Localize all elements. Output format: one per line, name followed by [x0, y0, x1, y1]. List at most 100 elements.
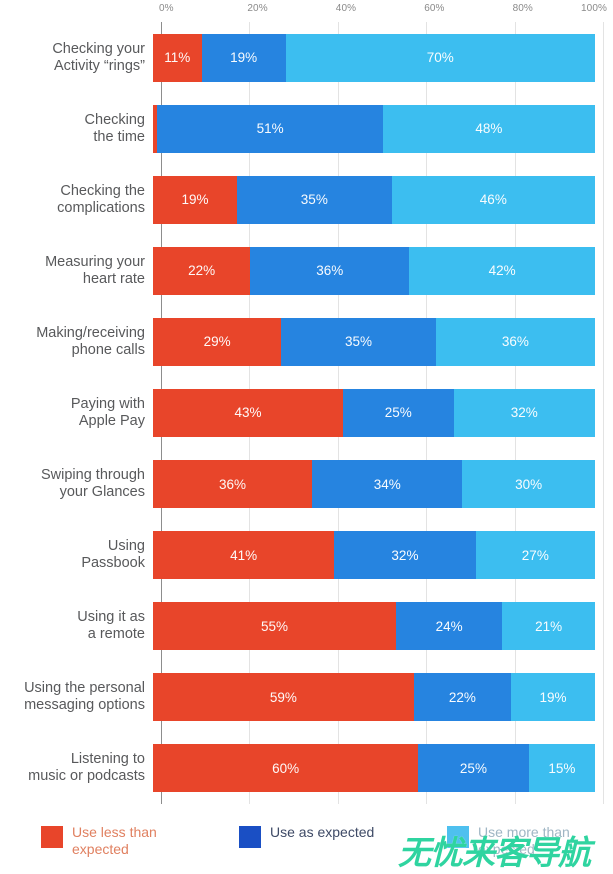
bar-segment-label: 48% [475, 121, 503, 137]
legend-label: Use as expected [270, 824, 375, 840]
stacked-bar: 41% 32% 27% [153, 531, 595, 580]
chart-row: Making/receiving phone calls 29% 35% 36% [0, 306, 613, 377]
chart-row: Checking the time 51% 48% [0, 93, 613, 164]
chart-row: Using it as a remote 55% 24% 21% [0, 591, 613, 662]
bar-segment-label: 42% [488, 263, 516, 279]
bar-segment: 19% [511, 673, 595, 722]
bar-segment: 48% [382, 104, 595, 153]
bar-segment-label: 32% [510, 405, 538, 421]
bar-segment-label: 35% [300, 192, 328, 208]
x-axis-tick-label: 20% [247, 3, 268, 14]
bar-segment: 30% [462, 460, 595, 509]
stacked-bar-chart: 0% 20% 40% 60% 80% 100% Checking your Activit… [0, 0, 613, 872]
bar-segment-label: 19% [230, 50, 258, 66]
chart-row: Measuring your heart rate 22% 36% 42% [0, 235, 613, 306]
bar-segment-label: 46% [479, 192, 507, 208]
stacked-bar: 19% 35% 46% [153, 175, 595, 224]
bar-segment: 25% [418, 744, 529, 793]
legend-color-swatch [239, 826, 261, 848]
category-label: Checking your Activity “rings” [52, 40, 145, 74]
bar-segment: 43% [153, 388, 344, 437]
bar-segment-label: 36% [219, 476, 247, 492]
bar-segment-label: 19% [539, 689, 567, 705]
category-label: Using Passbook [81, 538, 145, 572]
legend-item[interactable]: Use as expected [239, 824, 374, 848]
chart-rows: Checking your Activity “rings” 11% 19% 70% C… [0, 22, 613, 804]
bar-segment: 35% [236, 175, 392, 224]
bar-segment-label: 27% [521, 547, 549, 563]
stacked-bar: 60% 25% 15% [153, 744, 595, 793]
category-label: Checking the complications [57, 182, 145, 216]
bar-segment: 29% [153, 317, 282, 366]
bar-segment-label: 32% [391, 547, 419, 563]
bar-segment-label: 70% [426, 50, 454, 66]
bar-segment-label: 25% [384, 405, 412, 421]
bar-segment-label: 19% [181, 192, 209, 208]
bar-segment: 60% [153, 744, 419, 793]
bar-segment-label: 59% [269, 689, 297, 705]
bar-segment: 24% [396, 602, 503, 651]
bar-segment-label: 41% [230, 547, 258, 563]
chart-row: Checking the complications 19% 35% 46% [0, 164, 613, 235]
x-axis-tick-label: 40% [335, 3, 357, 14]
bar-segment: 19% [153, 175, 237, 224]
bar-segment-label: 51% [256, 121, 284, 137]
bar-segment-label: 34% [373, 476, 401, 492]
stacked-bar: 11% 19% 70% [153, 33, 595, 82]
category-label: Listening to music or podcasts [28, 751, 145, 785]
bar-segment: 36% [250, 246, 410, 295]
bar-segment: 21% [502, 602, 595, 651]
chart-row: Checking your Activity “rings” 11% 19% 70% [0, 22, 613, 93]
stacked-bar: 43% 25% 32% [153, 388, 595, 437]
stacked-bar: 29% 35% 36% [153, 317, 595, 366]
bar-segment: 15% [528, 744, 595, 793]
bar-segment-label: 30% [515, 476, 543, 492]
bar-segment: 42% [409, 246, 595, 295]
x-axis-tick-label: 80% [512, 3, 533, 14]
legend-label: Use less than expected [72, 824, 157, 857]
bar-segment: 51% [157, 104, 383, 153]
bar-segment: 22% [153, 246, 251, 295]
chart-row: Listening to music or podcasts 60% 25% 15% [0, 733, 613, 804]
x-axis-tick-label: 60% [424, 3, 445, 14]
bar-segment-label: 22% [448, 689, 476, 705]
category-label: Paying with Apple Pay [70, 395, 145, 429]
bar-segment: 19% [201, 33, 286, 82]
stacked-bar: 51% 48% [153, 104, 595, 153]
bar-segment-label: 24% [435, 618, 463, 634]
chart-row: Swiping through your Glances 36% 34% 30% [0, 449, 613, 520]
stacked-bar: 22% 36% 42% [153, 246, 595, 295]
bar-segment: 32% [334, 531, 476, 580]
legend-item[interactable]: Use less than expected [41, 824, 157, 857]
bar-segment-label: 43% [234, 405, 262, 421]
category-label: Swiping through your Glances [41, 467, 145, 501]
bar-segment-label: 11% [164, 50, 191, 66]
x-axis-tick-label: 0% [159, 3, 174, 14]
x-axis-tick-labels: 0% 20% 40% 60% 80% 100% [159, 3, 607, 19]
bar-segment: 55% [153, 602, 397, 651]
bar-segment: 70% [285, 33, 595, 82]
bar-segment-label: 15% [548, 760, 576, 776]
bar-segment-label: 60% [272, 760, 300, 776]
category-label: Using the personal messaging options [24, 680, 145, 714]
bar-segment: 27% [475, 531, 595, 580]
bar-segment: 34% [312, 460, 463, 509]
category-label: Using it as a remote [77, 609, 145, 643]
chart-row: Using the personal messaging options 59% 2… [0, 662, 613, 733]
bar-segment: 36% [153, 460, 313, 509]
bar-segment-label: 36% [501, 334, 529, 350]
bar-segment: 32% [453, 388, 595, 437]
stacked-bar: 59% 22% 19% [153, 673, 595, 722]
chart-row: Using Passbook 41% 32% 27% [0, 520, 613, 591]
bar-segment-label: 35% [345, 334, 373, 350]
bar-segment: 11% [153, 33, 202, 82]
watermark-text: 无忧来客导航 [398, 833, 591, 872]
chart-row: Paying with Apple Pay 43% 25% 32% [0, 377, 613, 448]
category-label: Measuring your heart rate [45, 253, 145, 287]
bar-segment: 59% [153, 673, 414, 722]
bar-segment: 41% [153, 531, 335, 580]
bar-segment: 22% [413, 673, 511, 722]
category-label: Checking the time [84, 111, 145, 145]
legend-color-swatch [41, 826, 63, 848]
bar-segment: 25% [343, 388, 454, 437]
